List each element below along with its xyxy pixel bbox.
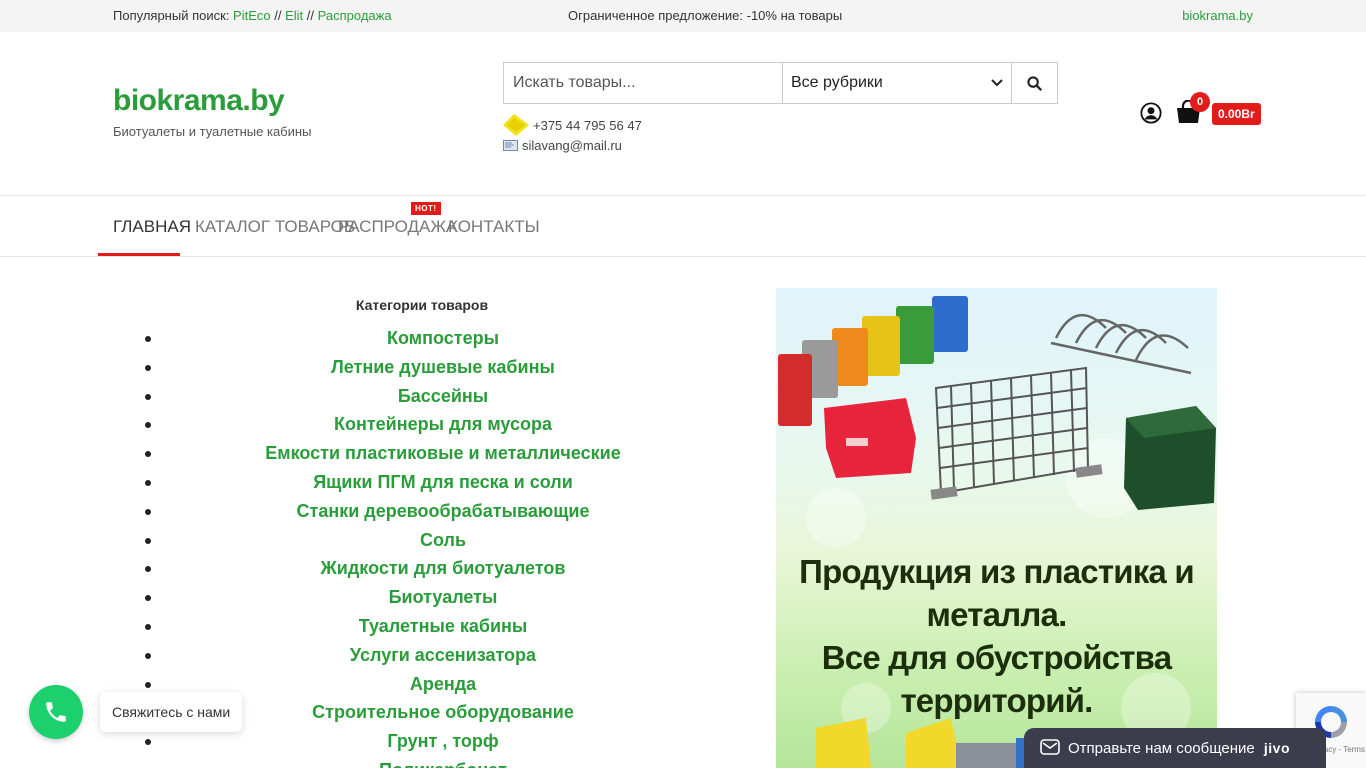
account-button[interactable]: [1140, 102, 1162, 129]
nav-item-sale[interactable]: Распродажа: [338, 217, 457, 237]
popular-link-sale[interactable]: Распродажа: [318, 8, 392, 23]
categories-list: Компостеры Летние душевые кабины Бассейн…: [145, 324, 723, 768]
banner-headline: Продукция из пластика и металла. Все для…: [776, 550, 1217, 722]
cart-total[interactable]: 0.00Br: [1212, 103, 1261, 125]
chat-brand-logo: jivo: [1263, 740, 1290, 756]
category-item[interactable]: Аренда: [145, 670, 723, 699]
category-item[interactable]: Станки деревообрабатывающие: [145, 497, 723, 526]
callback-button[interactable]: [29, 685, 83, 739]
search-icon: [1027, 75, 1042, 91]
search-button[interactable]: [1012, 63, 1057, 103]
category-item[interactable]: Соль: [145, 526, 723, 555]
nav-item-contacts[interactable]: Контакты: [448, 217, 540, 237]
site-logo[interactable]: biokrama.by: [113, 84, 285, 118]
category-item[interactable]: Летние душевые кабины: [145, 353, 723, 382]
category-item[interactable]: Туалетные кабины: [145, 612, 723, 641]
popular-search-label: Популярный поиск:: [113, 8, 230, 23]
category-select[interactable]: Все рубрики: [783, 63, 1012, 103]
phone-contact: +375 44 795 56 47: [503, 114, 642, 136]
header: biokrama.by Биотуалеты и туалетные кабин…: [0, 32, 1366, 196]
nav-item-catalog[interactable]: Каталог товаров: [195, 217, 355, 237]
hot-badge: HOT!: [411, 202, 441, 215]
banner-line-2: Все для обустройства территорий.: [821, 639, 1172, 719]
category-item[interactable]: Компостеры: [145, 324, 723, 353]
popular-search: Популярный поиск: PitEco // Elit // Расп…: [113, 8, 392, 23]
category-item[interactable]: Бассейны: [145, 382, 723, 411]
site-link[interactable]: biokrama.by: [1182, 8, 1253, 23]
promo-banner[interactable]: Продукция из пластика и металла. Все для…: [776, 288, 1217, 768]
email-contact: silavang@mail.ru: [503, 138, 622, 153]
user-icon: [1140, 102, 1162, 124]
separator: //: [274, 8, 282, 23]
category-item[interactable]: Ящики ПГМ для песка и соли: [145, 468, 723, 497]
cart-count-badge: 0: [1190, 92, 1210, 112]
category-item[interactable]: Емкости пластиковые и металлические: [145, 439, 723, 468]
phone-diamond-icon: [503, 114, 529, 136]
phone-number: +375 44 795 56 47: [533, 117, 642, 133]
category-select-value: Все рубрики: [791, 74, 883, 91]
category-item[interactable]: Услуги ассенизатора: [145, 641, 723, 670]
chevron-down-icon: [991, 79, 1003, 87]
top-bar: Популярный поиск: PitEco // Elit // Расп…: [0, 0, 1366, 32]
search-form: Искать товары... Все рубрики: [503, 62, 1058, 104]
site-tagline: Биотуалеты и туалетные кабины: [113, 124, 312, 139]
category-item[interactable]: Биотуалеты: [145, 583, 723, 612]
category-item[interactable]: Строительное оборудование: [145, 698, 723, 727]
search-input[interactable]: Искать товары...: [504, 63, 783, 103]
chat-widget[interactable]: Отправьте нам сообщение jivo: [1024, 728, 1326, 768]
category-item[interactable]: Контейнеры для мусора: [145, 410, 723, 439]
category-item[interactable]: Поликарбонат: [145, 756, 723, 768]
phone-icon: [46, 702, 66, 722]
email-address: silavang@mail.ru: [522, 138, 622, 153]
offer-text: Ограниченное предложение: -10% на товары: [568, 8, 843, 23]
category-item[interactable]: Грунт , торф: [145, 727, 723, 756]
nav-item-home[interactable]: Главная: [113, 217, 191, 237]
active-nav-underline: [98, 253, 180, 256]
banner-line-1: Продукция из пластика и металла.: [799, 553, 1194, 633]
categories-heading: Категории товаров: [355, 297, 489, 313]
chat-label: Отправьте нам сообщение: [1068, 739, 1255, 757]
email-icon: [503, 140, 518, 151]
separator: //: [306, 8, 315, 23]
main-nav: Главная Каталог товаров Распродажа Конта…: [0, 196, 1366, 257]
popular-link-elit[interactable]: Elit: [285, 8, 303, 23]
envelope-icon: [1040, 739, 1060, 755]
callback-label[interactable]: Свяжитесь с нами: [100, 692, 243, 732]
popular-link-piteco[interactable]: PitEco: [233, 8, 271, 23]
category-item[interactable]: Жидкости для биотуалетов: [145, 554, 723, 583]
